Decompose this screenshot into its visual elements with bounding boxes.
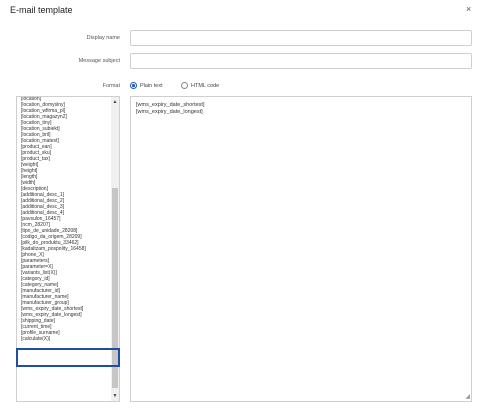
editor-line: [wms_expiry_date_longest] — [136, 109, 203, 115]
template-body-editor[interactable]: [wms_expiry_date_shortest] [wms_expiry_d… — [130, 96, 472, 402]
placeholder-list-items: [price][location][location_domyslny][loc… — [21, 97, 113, 342]
resize-handle-icon[interactable]: ◢ — [465, 393, 470, 400]
message-subject-label: Message subject — [78, 58, 120, 64]
dialog-title: E-mail template — [10, 5, 73, 15]
placeholder-item[interactable]: [calculate(X)] — [21, 336, 113, 342]
html-code-radio[interactable] — [181, 82, 188, 89]
scroll-down-icon[interactable]: ▼ — [111, 392, 119, 400]
display-name-input[interactable] — [130, 30, 472, 46]
format-label: Format — [102, 83, 120, 89]
html-code-label[interactable]: HTML code — [191, 83, 219, 89]
scroll-thumb[interactable] — [112, 188, 118, 388]
display-name-label: Display name — [86, 35, 120, 41]
message-subject-input[interactable] — [130, 53, 472, 69]
dialog-header: E-mail template × — [0, 0, 484, 22]
placeholder-list[interactable]: [price][location][location_domyslny][loc… — [16, 96, 120, 402]
scroll-up-icon[interactable]: ▲ — [111, 98, 119, 106]
close-icon[interactable]: × — [466, 4, 471, 14]
editor-line: [wms_expiry_date_shortest] — [136, 102, 205, 108]
placeholder-list-scrollbar[interactable]: ▲ ▼ — [111, 97, 119, 401]
plain-text-radio[interactable] — [130, 82, 137, 89]
plain-text-label[interactable]: Plain text — [140, 83, 163, 89]
